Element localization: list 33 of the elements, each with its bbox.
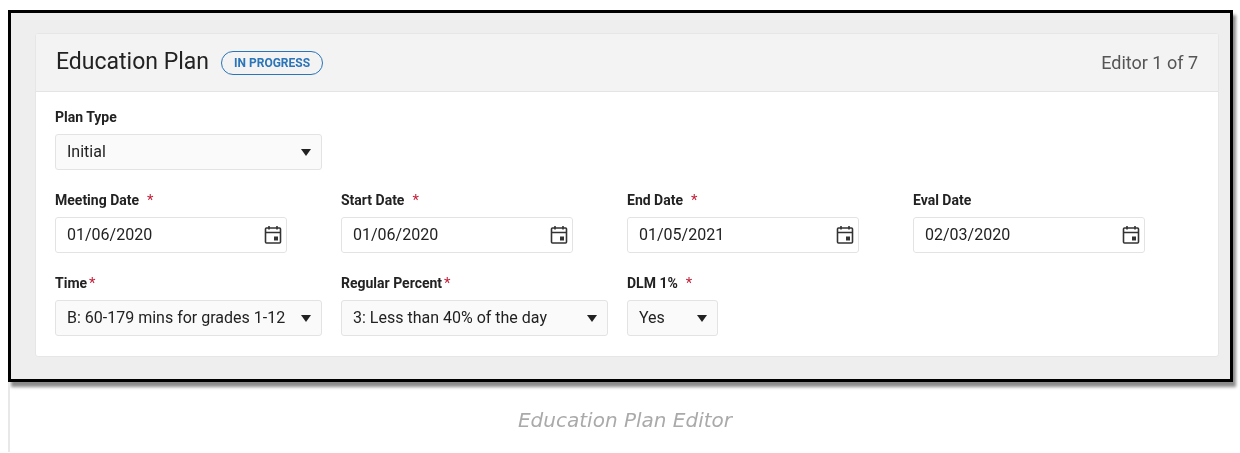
dropdown-select[interactable]: Yes — [627, 300, 718, 336]
dropdown-select[interactable]: 3: Less than 40% of the day — [341, 300, 608, 336]
required-asterisk: * — [89, 272, 96, 294]
date-field[interactable]: 02/03/2020 — [913, 217, 1145, 253]
calendar-icon[interactable] — [836, 225, 854, 245]
calendar-icon[interactable] — [264, 225, 282, 245]
required-asterisk: * — [444, 272, 451, 294]
field-label: Meeting Date — [55, 190, 140, 210]
dropdown-select[interactable]: B: 60-179 mins for grades 1-12 — [55, 300, 322, 336]
field-label: Regular Percent — [341, 273, 443, 293]
card-title: Education Plan — [56, 47, 209, 78]
dropdown-select[interactable]: Initial — [55, 134, 322, 170]
field-label: Time — [55, 273, 88, 293]
date-field[interactable]: 01/06/2020 — [341, 217, 573, 253]
field-label: DLM 1% — [627, 273, 678, 293]
image-caption: Education Plan Editor — [518, 407, 732, 434]
required-asterisk: * — [691, 189, 698, 211]
calendar-icon[interactable] — [1122, 225, 1140, 245]
caret-icon — [301, 314, 311, 322]
caret-icon — [697, 314, 707, 322]
required-asterisk: * — [412, 189, 419, 211]
field-label: Start Date — [341, 190, 405, 210]
editor-count: Editor 1 of 7 — [1101, 51, 1198, 75]
field-label: Eval Date — [913, 190, 972, 210]
date-field[interactable]: 01/06/2020 — [55, 217, 287, 253]
caret-icon — [587, 314, 597, 322]
required-asterisk: * — [147, 189, 154, 211]
required-asterisk: * — [685, 272, 693, 294]
caret-icon — [301, 148, 311, 156]
calendar-icon[interactable] — [550, 225, 568, 245]
date-field[interactable]: 01/05/2021 — [627, 217, 859, 253]
field-label: Plan Type — [55, 107, 117, 127]
field-label: End Date — [627, 190, 683, 210]
